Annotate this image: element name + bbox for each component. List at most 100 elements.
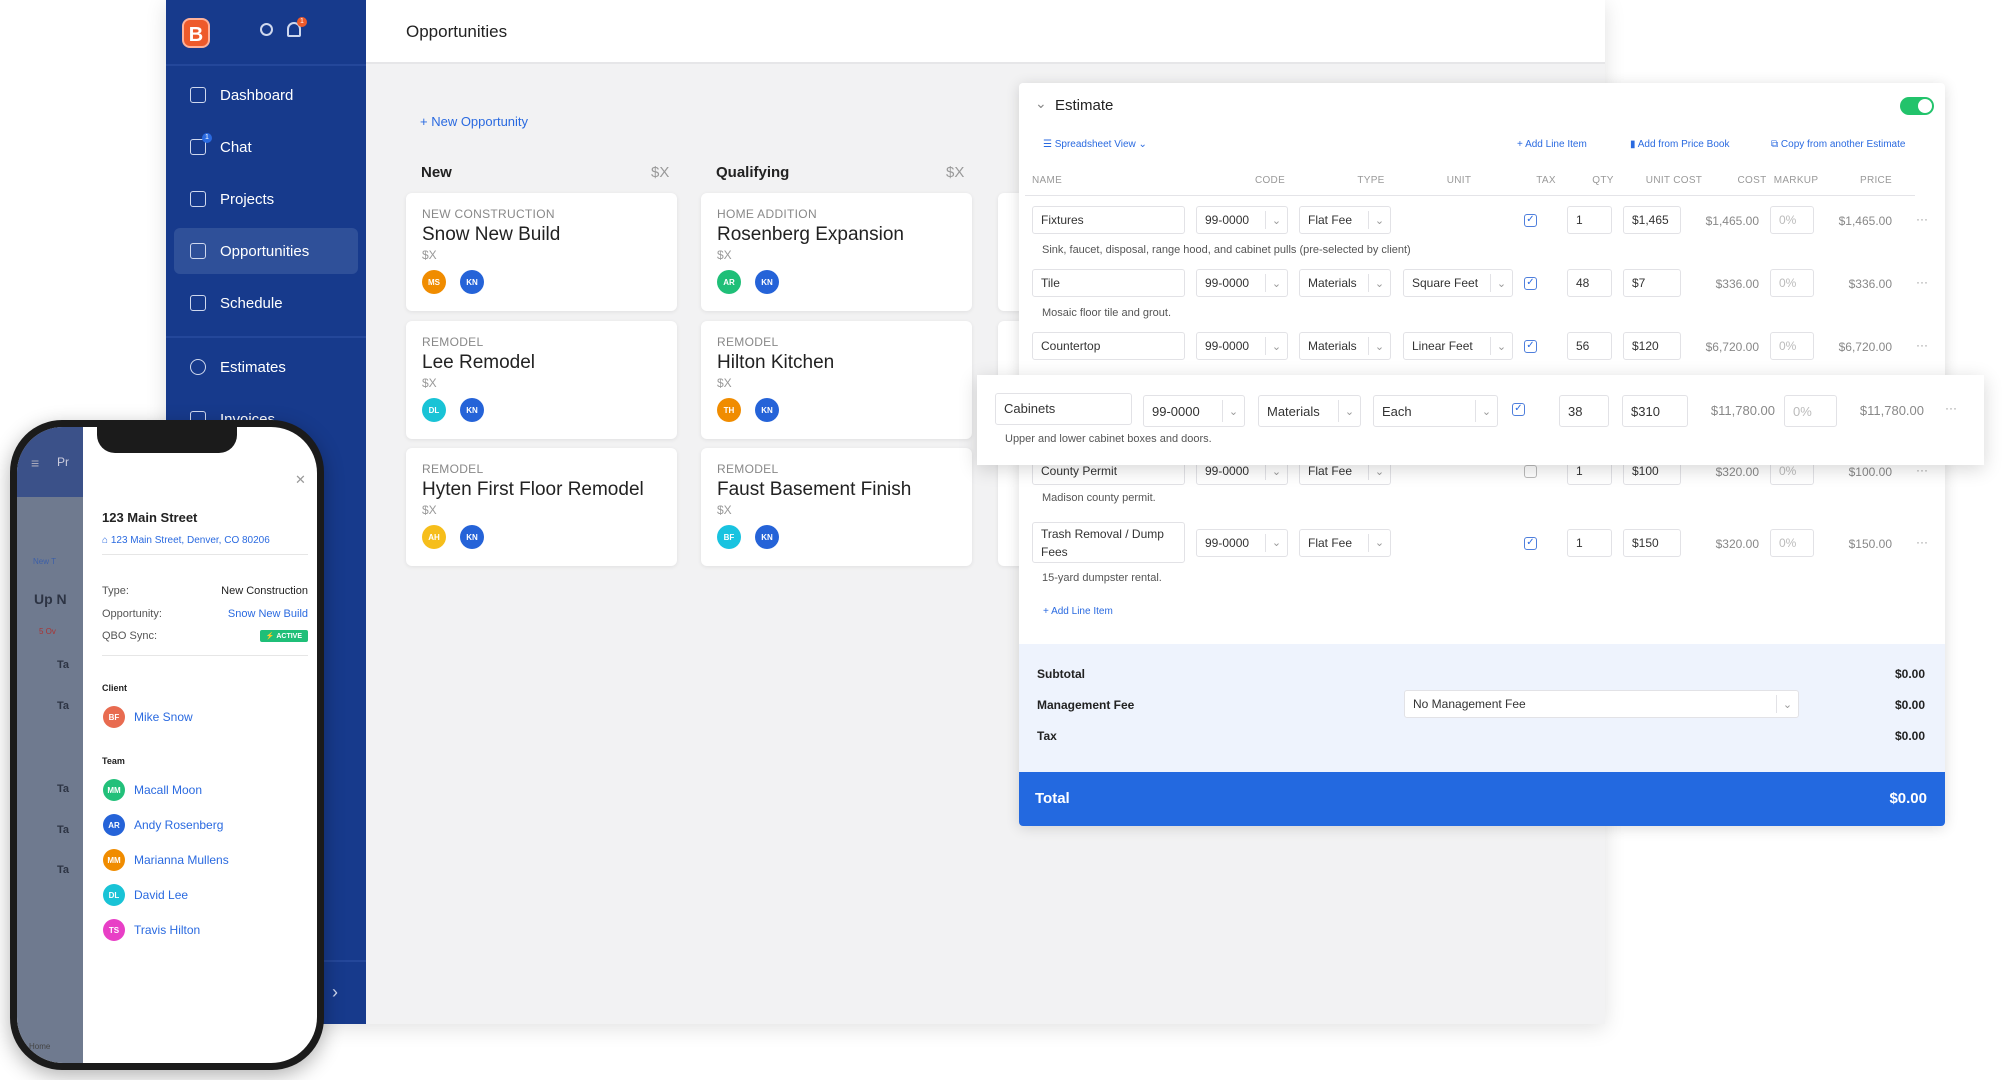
- opportunity-card[interactable]: REMODEL Hyten First Floor Remodel $X AH KN: [406, 448, 677, 566]
- markup-input[interactable]: 0%: [1770, 332, 1814, 360]
- qty-input[interactable]: 38: [1559, 395, 1609, 427]
- markup-input[interactable]: 0%: [1770, 528, 1814, 557]
- tax-checkbox[interactable]: ✓: [1524, 340, 1537, 353]
- unit-cost-input[interactable]: $1,465: [1623, 206, 1681, 234]
- unit-select[interactable]: Each ⌄: [1373, 395, 1498, 427]
- type-select[interactable]: Flat Fee ⌄: [1299, 528, 1391, 557]
- team-member-name: Marianna Mullens: [134, 853, 229, 867]
- opportunity-card[interactable]: HOME ADDITION Rosenberg Expansion $X AR KN: [701, 193, 972, 311]
- avatar[interactable]: AR: [717, 270, 741, 294]
- team-member[interactable]: TS Travis Hilton: [103, 919, 200, 941]
- tax-label: Tax: [1037, 729, 1057, 743]
- add-line-item-button[interactable]: + Add Line Item: [1517, 139, 1587, 150]
- estimate-toggle[interactable]: [1900, 97, 1934, 115]
- name-input[interactable]: Tile: [1032, 269, 1185, 297]
- line-item-row-editing[interactable]: Cabinets 99-0000 ⌄ Materials ⌄ Each ⌄ ✓ 38 $310 $1…: [977, 375, 1984, 465]
- avatar[interactable]: KN: [755, 525, 779, 549]
- close-icon[interactable]: ✕: [295, 472, 306, 488]
- avatar[interactable]: KN: [460, 525, 484, 549]
- avatar[interactable]: KN: [755, 398, 779, 422]
- unit-cost-input[interactable]: $120: [1623, 332, 1681, 360]
- spreadsheet-view-dropdown[interactable]: ☰ Spreadsheet View ⌄: [1043, 139, 1147, 150]
- name-input[interactable]: Cabinets: [995, 393, 1132, 425]
- avatar[interactable]: KN: [460, 270, 484, 294]
- tax-checkbox[interactable]: ✓: [1524, 214, 1537, 227]
- chevron-down-icon: ⌄: [1222, 400, 1244, 422]
- tax-checkbox[interactable]: ✓: [1524, 536, 1537, 550]
- team-member[interactable]: DL David Lee: [103, 884, 188, 906]
- add-from-price-book-button[interactable]: ▮ Add from Price Book: [1630, 139, 1729, 150]
- tax-checkbox[interactable]: ✓: [1512, 403, 1525, 416]
- code-select[interactable]: 99-0000 ⌄: [1196, 332, 1288, 360]
- more-options-icon[interactable]: ···: [1916, 463, 1928, 477]
- opportunity-card[interactable]: REMODEL Faust Basement Finish $X BF KN: [701, 448, 972, 566]
- unit-select[interactable]: Linear Feet ⌄: [1403, 332, 1513, 360]
- qty-input[interactable]: 56: [1567, 332, 1612, 360]
- code-select[interactable]: 99-0000 ⌄: [1196, 269, 1288, 297]
- search-icon[interactable]: [260, 23, 273, 36]
- name-input[interactable]: Trash Removal / Dump Fees: [1032, 522, 1185, 563]
- unit-cost-input[interactable]: $150: [1623, 528, 1681, 557]
- opportunity-link[interactable]: Snow New Build: [228, 608, 308, 620]
- type-select[interactable]: Materials ⌄: [1299, 269, 1391, 297]
- type-select[interactable]: Materials ⌄: [1299, 332, 1391, 360]
- avatar[interactable]: AH: [422, 525, 446, 549]
- add-line-item-bottom-button[interactable]: + Add Line Item: [1043, 606, 1113, 617]
- team-member[interactable]: MM Macall Moon: [103, 779, 202, 801]
- sidebar-item-chat[interactable]: 1 Chat: [174, 124, 358, 170]
- more-options-icon[interactable]: ···: [1916, 338, 1928, 352]
- type-select[interactable]: Materials ⌄: [1258, 395, 1361, 427]
- copy-estimate-button[interactable]: ⧉ Copy from another Estimate: [1771, 139, 1905, 150]
- type-select[interactable]: Flat Fee ⌄: [1299, 206, 1391, 234]
- unit-select-value: Linear Feet: [1412, 339, 1473, 353]
- unit-select[interactable]: Square Feet ⌄: [1403, 269, 1513, 297]
- more-options-icon[interactable]: ···: [1916, 535, 1928, 549]
- opportunity-card[interactable]: NEW CONSTRUCTION Snow New Build $X MS KN: [406, 193, 677, 311]
- qty-input[interactable]: 1: [1567, 206, 1612, 234]
- management-fee-select[interactable]: No Management Fee ⌄: [1404, 690, 1799, 718]
- qty-input[interactable]: 1: [1567, 528, 1612, 557]
- unit-cost-input[interactable]: $7: [1623, 269, 1681, 297]
- collapse-chevron-icon[interactable]: ›: [332, 982, 338, 1003]
- avatar[interactable]: KN: [755, 270, 779, 294]
- name-input[interactable]: Fixtures: [1032, 206, 1185, 234]
- total-bar: Total $0.00: [1019, 772, 1945, 826]
- markup-input[interactable]: 0%: [1770, 269, 1814, 297]
- more-options-icon[interactable]: ···: [1945, 401, 1957, 415]
- sidebar-item-projects[interactable]: Projects: [174, 176, 358, 222]
- sidebar-item-opportunities[interactable]: Opportunities: [174, 228, 358, 274]
- sidebar-item-estimates[interactable]: Estimates: [174, 344, 358, 390]
- unit-cost-input[interactable]: $310: [1622, 395, 1688, 427]
- more-options-icon[interactable]: ···: [1916, 275, 1928, 289]
- cost-value: $336.00: [1715, 277, 1759, 291]
- avatar[interactable]: DL: [422, 398, 446, 422]
- tax-checkbox[interactable]: [1524, 465, 1537, 478]
- collapse-chevron-icon[interactable]: ⌄: [1035, 95, 1047, 112]
- address-link[interactable]: ⌂ 123 Main Street, Denver, CO 80206: [102, 535, 270, 546]
- name-input[interactable]: Countertop: [1032, 332, 1185, 360]
- code-select[interactable]: 99-0000 ⌄: [1196, 206, 1288, 234]
- code-select[interactable]: 99-0000 ⌄: [1196, 528, 1288, 557]
- new-opportunity-button[interactable]: + New Opportunity: [420, 114, 528, 129]
- background-new-task: New T: [33, 557, 56, 566]
- team-member[interactable]: AR Andy Rosenberg: [103, 814, 223, 836]
- markup-input[interactable]: 0%: [1784, 395, 1837, 427]
- avatar[interactable]: KN: [460, 398, 484, 422]
- opportunity-card[interactable]: REMODEL Lee Remodel $X DL KN: [406, 321, 677, 439]
- markup-input[interactable]: 0%: [1770, 206, 1814, 234]
- team-member[interactable]: MM Marianna Mullens: [103, 849, 229, 871]
- address-text: 123 Main Street, Denver, CO 80206: [110, 535, 270, 546]
- sidebar-item-dashboard[interactable]: Dashboard: [174, 72, 358, 118]
- sidebar-item-schedule[interactable]: Schedule: [174, 280, 358, 326]
- avatar[interactable]: BF: [717, 525, 741, 549]
- divider: [166, 64, 366, 66]
- qty-input[interactable]: 48: [1567, 269, 1612, 297]
- code-select[interactable]: 99-0000 ⌄: [1143, 395, 1245, 427]
- more-options-icon[interactable]: ···: [1916, 212, 1928, 226]
- cost-value: $1,465.00: [1705, 214, 1759, 228]
- avatar[interactable]: MS: [422, 270, 446, 294]
- opportunity-card[interactable]: REMODEL Hilton Kitchen $X TH KN: [701, 321, 972, 439]
- avatar[interactable]: TH: [717, 398, 741, 422]
- tax-checkbox[interactable]: ✓: [1524, 277, 1537, 290]
- client-item[interactable]: BF Mike Snow: [103, 706, 193, 728]
